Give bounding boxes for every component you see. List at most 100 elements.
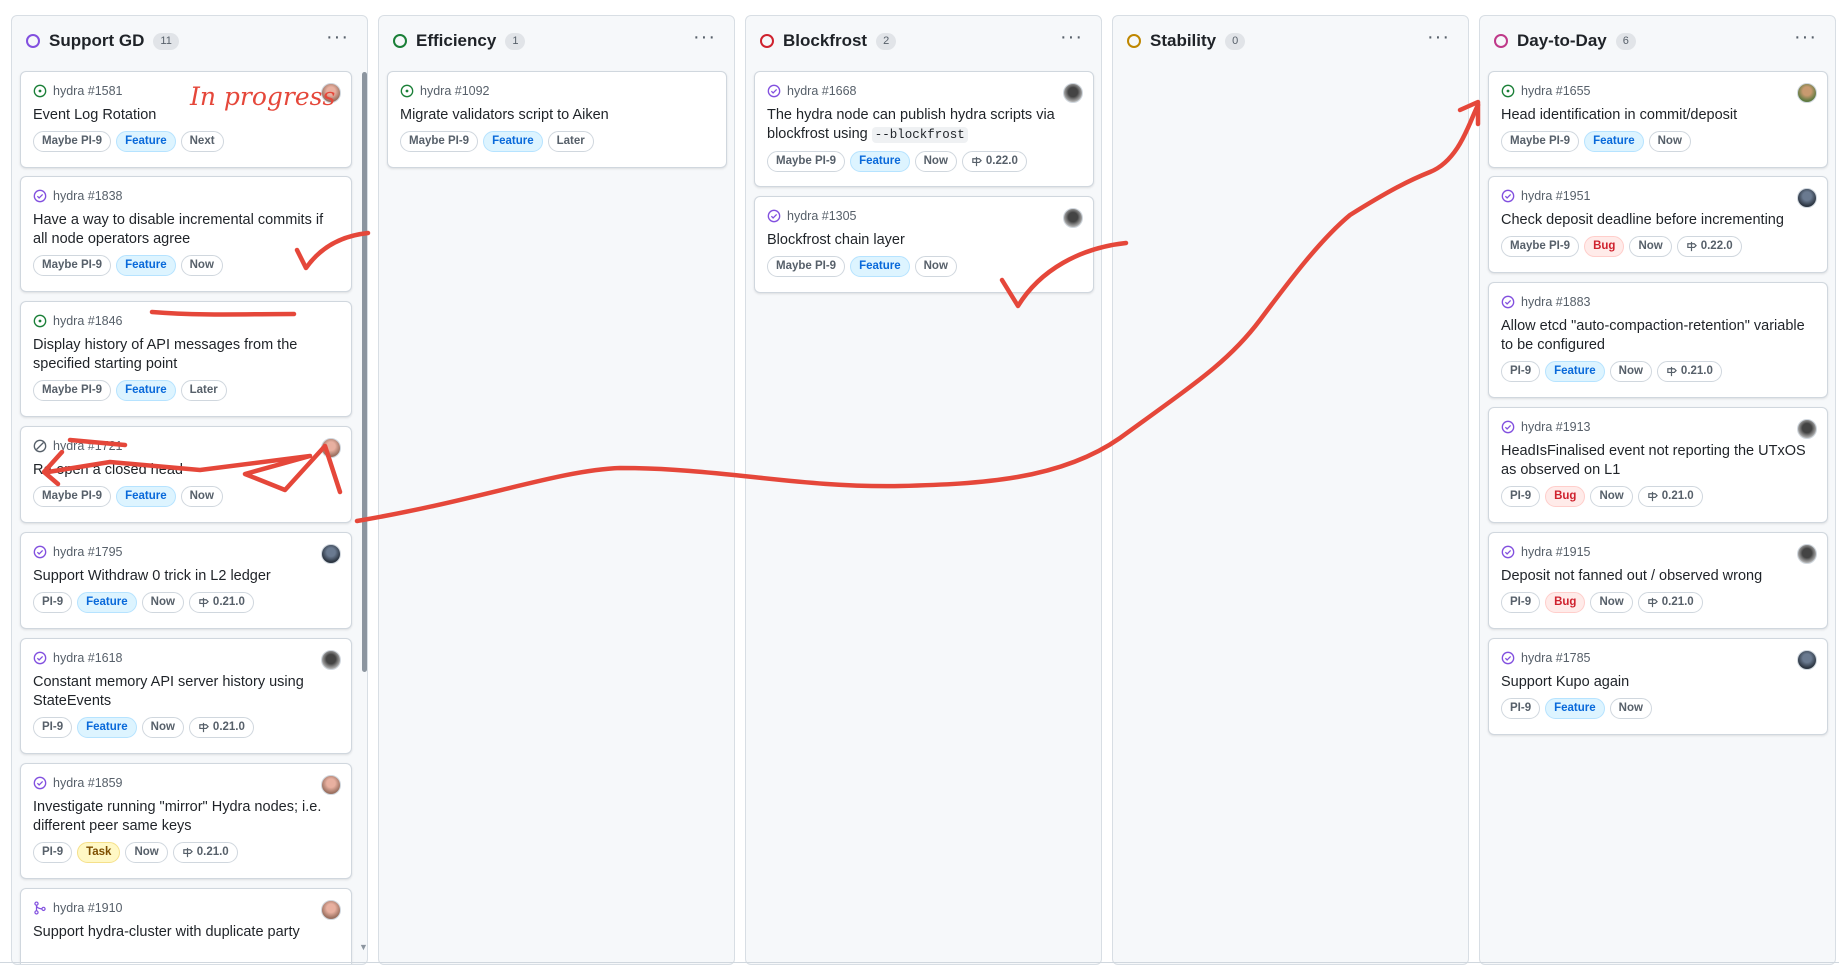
avatar[interactable]: [1797, 650, 1817, 670]
closed-issue-icon: [1501, 295, 1515, 309]
issue-ref[interactable]: hydra #1838: [53, 189, 123, 203]
label-type: Feature: [1545, 698, 1605, 719]
issue-ref[interactable]: hydra #1910: [53, 901, 123, 915]
issue-card[interactable]: hydra #1915 Deposit not fanned out / obs…: [1488, 532, 1828, 629]
issue-ref[interactable]: hydra #1092: [420, 84, 490, 98]
label-priority: Maybe PI-9: [1501, 131, 1580, 152]
column-count: 0: [1225, 32, 1246, 50]
card-title[interactable]: Blockfrost chain layer: [767, 231, 1081, 250]
card-title[interactable]: Support Kupo again: [1501, 673, 1815, 692]
avatar[interactable]: [1063, 208, 1083, 228]
card-title[interactable]: The hydra node can publish hydra scripts…: [767, 106, 1081, 145]
pull-request-card[interactable]: hydra #1910 Support hydra-cluster with d…: [20, 888, 352, 964]
issue-ref[interactable]: hydra #1785: [1521, 651, 1591, 665]
card-title[interactable]: Re-open a closed head: [33, 461, 339, 480]
avatar[interactable]: [1797, 419, 1817, 439]
column-menu-button[interactable]: ···: [689, 27, 720, 52]
label-priority: Maybe PI-9: [1501, 236, 1580, 257]
avatar[interactable]: [1797, 188, 1817, 208]
avatar[interactable]: [321, 438, 341, 458]
label-horizon: Now: [125, 842, 168, 863]
avatar[interactable]: [1797, 544, 1817, 564]
avatar[interactable]: [1797, 83, 1817, 103]
label-horizon: Now: [1648, 131, 1691, 152]
issue-card[interactable]: hydra #1883 Allow etcd "auto-compaction-…: [1488, 282, 1828, 398]
closed-issue-icon: [767, 209, 781, 223]
card-title[interactable]: Migrate validators script to Aiken: [400, 106, 714, 125]
issue-ref[interactable]: hydra #1581: [53, 84, 123, 98]
issue-card[interactable]: hydra #1951 Check deposit deadline befor…: [1488, 176, 1828, 273]
avatar[interactable]: [321, 900, 341, 920]
avatar[interactable]: [321, 83, 341, 103]
column-menu-button[interactable]: ···: [1790, 27, 1821, 52]
card-title[interactable]: Have a way to disable incremental commit…: [33, 211, 339, 249]
issue-card[interactable]: hydra #1668 The hydra node can publish h…: [754, 71, 1094, 187]
issue-card[interactable]: hydra #1581 Event Log Rotation Maybe PI-…: [20, 71, 352, 168]
milestone-text: 0.21.0: [212, 596, 245, 608]
avatar[interactable]: [321, 650, 341, 670]
card-title[interactable]: Deposit not fanned out / observed wrong: [1501, 567, 1815, 586]
milestone-icon: [1647, 597, 1658, 608]
issue-card[interactable]: hydra #1721 Re-open a closed head Maybe …: [20, 426, 352, 523]
issue-ref[interactable]: hydra #1721: [53, 439, 123, 453]
issue-ref[interactable]: hydra #1846: [53, 314, 123, 328]
issue-ref[interactable]: hydra #1618: [53, 651, 123, 665]
issue-card[interactable]: hydra #1846 Display history of API messa…: [20, 301, 352, 417]
issue-card[interactable]: hydra #1618 Constant memory API server h…: [20, 638, 352, 754]
issue-card[interactable]: hydra #1092 Migrate validators script to…: [387, 71, 727, 168]
issue-card[interactable]: hydra #1305 Blockfrost chain layer Maybe…: [754, 196, 1094, 293]
card-title[interactable]: Constant memory API server history using…: [33, 673, 339, 711]
label-priority: Maybe PI-9: [33, 380, 112, 401]
closed-issue-icon: [33, 651, 47, 665]
issue-card[interactable]: hydra #1859 Investigate running "mirror"…: [20, 763, 352, 879]
issue-ref[interactable]: hydra #1668: [787, 84, 857, 98]
label-type: Task: [77, 842, 121, 863]
issue-ref[interactable]: hydra #1951: [1521, 189, 1591, 203]
column-menu-button[interactable]: ···: [1056, 27, 1087, 52]
label-type: Feature: [850, 256, 910, 277]
milestone-text: 0.21.0: [1661, 596, 1694, 608]
avatar[interactable]: [1063, 83, 1083, 103]
label-type: Feature: [77, 592, 137, 613]
card-title[interactable]: Support hydra-cluster with duplicate par…: [33, 923, 339, 942]
card-title[interactable]: Check deposit deadline before incrementi…: [1501, 211, 1815, 230]
card-title[interactable]: Display history of API messages from the…: [33, 336, 339, 374]
issue-card[interactable]: hydra #1838 Have a way to disable increm…: [20, 176, 352, 292]
card-title[interactable]: Head identification in commit/deposit: [1501, 106, 1815, 125]
project-board: Support GD 11 ··· hydra #1581 Event Log …: [0, 0, 1839, 965]
issue-ref[interactable]: hydra #1859: [53, 776, 123, 790]
label-horizon: Now: [1590, 486, 1633, 507]
avatar[interactable]: [321, 775, 341, 795]
card-title[interactable]: Allow etcd "auto-compaction-retention" v…: [1501, 317, 1815, 355]
scroll-down-icon[interactable]: ▼: [359, 942, 368, 952]
card-title[interactable]: HeadIsFinalised event not reporting the …: [1501, 442, 1815, 480]
card-title[interactable]: Support Withdraw 0 trick in L2 ledger: [33, 567, 339, 586]
issue-card[interactable]: hydra #1913 HeadIsFinalised event not re…: [1488, 407, 1828, 523]
label-horizon: Now: [914, 151, 957, 172]
label-horizon: Now: [914, 256, 957, 277]
column-header: Efficiency 1 ···: [379, 16, 734, 66]
label-type: Bug: [1584, 236, 1625, 257]
issue-ref[interactable]: hydra #1913: [1521, 420, 1591, 434]
issue-card[interactable]: hydra #1655 Head identification in commi…: [1488, 71, 1828, 168]
issue-ref[interactable]: hydra #1915: [1521, 545, 1591, 559]
issue-ref[interactable]: hydra #1883: [1521, 295, 1591, 309]
issue-ref[interactable]: hydra #1305: [787, 209, 857, 223]
issue-card[interactable]: hydra #1795 Support Withdraw 0 trick in …: [20, 532, 352, 629]
column-scrollbar[interactable]: [362, 72, 367, 672]
issue-card[interactable]: hydra #1785 Support Kupo again PI-9 Feat…: [1488, 638, 1828, 735]
column-blockfrost: Blockfrost 2 ··· hydra #1668 The hydra n…: [745, 15, 1102, 965]
card-title[interactable]: Investigate running "mirror" Hydra nodes…: [33, 798, 339, 836]
issue-ref[interactable]: hydra #1795: [53, 545, 123, 559]
column-stability: Stability 0 ···: [1112, 15, 1469, 965]
avatar[interactable]: [321, 544, 341, 564]
card-title[interactable]: Event Log Rotation: [33, 106, 339, 125]
label-milestone: 0.22.0: [961, 151, 1027, 172]
label-horizon: Now: [1590, 592, 1633, 613]
column-menu-button[interactable]: ···: [322, 27, 353, 52]
column-header: Blockfrost 2 ···: [746, 16, 1101, 66]
column-count: 11: [153, 32, 179, 50]
column-menu-button[interactable]: ···: [1423, 27, 1454, 52]
issue-ref[interactable]: hydra #1655: [1521, 84, 1591, 98]
milestone-text: 0.21.0: [212, 721, 245, 733]
